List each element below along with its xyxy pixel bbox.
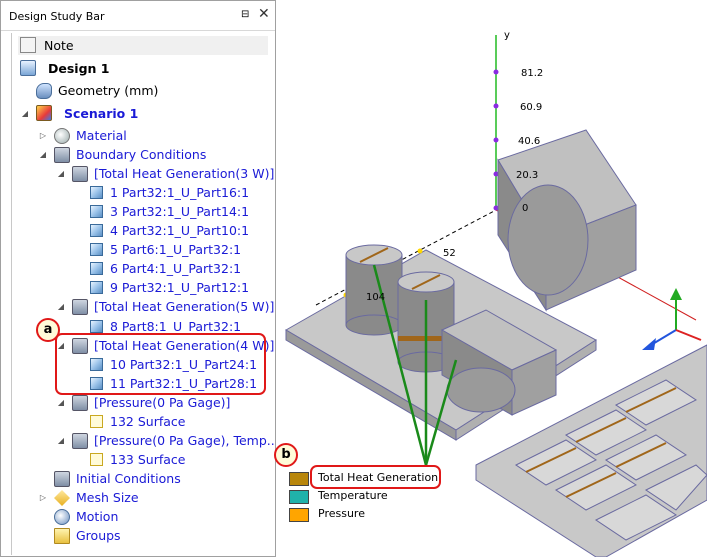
panel-title: Design Study Bar <box>9 10 105 23</box>
panel-titlebar: Design Study Bar ⊟ ✕ <box>1 1 275 31</box>
part-cube-icon <box>90 243 103 256</box>
tree-item-label: 3 Part32:1_U_Part14:1 <box>110 204 250 219</box>
tree-item-label: 133 Surface <box>110 452 186 467</box>
collapse-arrow-icon[interactable]: ◢ <box>56 169 66 179</box>
note-icon <box>20 37 36 53</box>
motion-icon <box>54 509 70 525</box>
boundary-condition-icon <box>72 166 88 182</box>
tree-item-label: Boundary Conditions <box>76 147 207 162</box>
axis-tick-label: 40.6 <box>518 136 541 147</box>
axis-tick-dot <box>493 137 499 143</box>
dimension-label: 104 <box>366 292 386 303</box>
tree-item-label: Note <box>44 38 74 53</box>
legend-swatch <box>289 490 309 504</box>
surface-icon <box>90 453 103 466</box>
legend-label: Pressure <box>318 507 365 520</box>
tree-item-label: [Total Heat Generation(5 W)] <box>94 299 275 314</box>
material-icon <box>54 128 70 144</box>
pin-icon[interactable]: ⊟ <box>241 10 251 20</box>
design-icon <box>20 60 36 76</box>
part-cube-icon <box>90 262 103 275</box>
tree-item-label: Material <box>76 128 127 143</box>
mesh-icon <box>54 490 70 506</box>
axis-tick-label: 0 <box>522 203 529 214</box>
axis-tick-label: 60.9 <box>520 102 543 113</box>
callout-badge-b: b <box>274 443 298 467</box>
tree-item-label: 132 Surface <box>110 414 186 429</box>
box-circular-recess <box>507 184 589 296</box>
callout-box-b <box>310 465 441 489</box>
tree-item-label: [Pressure(0 Pa Gage), Temp... <box>94 433 279 448</box>
tree-item-label: Scenario 1 <box>64 106 139 121</box>
legend-swatch <box>289 508 309 522</box>
small-box-round <box>446 367 516 413</box>
tree-item-label: Mesh Size <box>76 490 139 505</box>
axis-label-y: y <box>504 30 510 41</box>
tree-item-label: [Total Heat Generation(3 W)] <box>94 166 275 181</box>
tree-item-label: 1 Part32:1_U_Part16:1 <box>110 185 250 200</box>
legend-item-pressure[interactable]: Pressure <box>289 506 439 522</box>
expand-arrow-icon[interactable]: ▷ <box>38 131 48 141</box>
tree-item-label: Geometry (mm) <box>58 83 159 98</box>
tree-item-label: 5 Part6:1_U_Part32:1 <box>110 242 242 257</box>
part-cube-icon <box>90 186 103 199</box>
tree-item-label: [Pressure(0 Pa Gage)] <box>94 395 231 410</box>
legend-swatch <box>289 472 309 486</box>
boundary-condition-icon <box>72 299 88 315</box>
legend-label: Temperature <box>318 489 388 502</box>
collapse-arrow-icon[interactable]: ◢ <box>38 150 48 160</box>
surface-icon <box>90 415 103 428</box>
tree-item-label: Design 1 <box>48 61 110 76</box>
design-study-bar: Design Study Bar ⊟ ✕ Note Design 1 Geome… <box>0 0 279 557</box>
tree-view: Note Design 1 Geometry (mm) ◢ Scenario 1… <box>11 33 279 555</box>
tree-item-label: Initial Conditions <box>76 471 181 486</box>
dimension-dot <box>417 248 423 254</box>
tree-item-label: Groups <box>76 528 121 543</box>
tree-item-label: Motion <box>76 509 119 524</box>
part-cube-icon <box>90 320 103 333</box>
tree-item-note[interactable]: Note <box>18 36 268 55</box>
part-cube-icon <box>90 224 103 237</box>
initial-conditions-icon <box>54 471 70 487</box>
axis-tick-dot <box>493 103 499 109</box>
tree-item-label: 9 Part32:1_U_Part12:1 <box>110 280 250 295</box>
boundary-condition-icon <box>72 433 88 449</box>
tree-item-label: 4 Part32:1_U_Part10:1 <box>110 223 250 238</box>
groups-icon <box>54 528 70 544</box>
part-cube-icon <box>90 205 103 218</box>
callout-badge-a: a <box>36 318 60 342</box>
dimension-label: 52 <box>443 248 456 259</box>
collapse-arrow-icon[interactable]: ◢ <box>20 109 30 119</box>
boundary-conditions-icon <box>54 147 70 163</box>
tree-item-label: 6 Part4:1_U_Part32:1 <box>110 261 242 276</box>
collapse-arrow-icon[interactable]: ◢ <box>56 398 66 408</box>
legend-item-temperature[interactable]: Temperature <box>289 488 439 504</box>
axis-tick-label: 20.3 <box>516 170 539 181</box>
axis-tick-label: 81.2 <box>521 68 544 79</box>
part-cube-icon <box>90 281 103 294</box>
collapse-arrow-icon[interactable]: ◢ <box>56 436 66 446</box>
axis-tick-dot <box>493 69 499 75</box>
geometry-icon <box>36 83 52 99</box>
boundary-condition-icon <box>72 395 88 411</box>
expand-arrow-icon[interactable]: ▷ <box>38 493 48 503</box>
callout-box-a <box>55 333 266 395</box>
cylinder-1-bottom <box>345 314 403 336</box>
scenario-icon <box>36 105 52 121</box>
collapse-arrow-icon[interactable]: ◢ <box>56 302 66 312</box>
close-icon[interactable]: ✕ <box>258 7 270 21</box>
